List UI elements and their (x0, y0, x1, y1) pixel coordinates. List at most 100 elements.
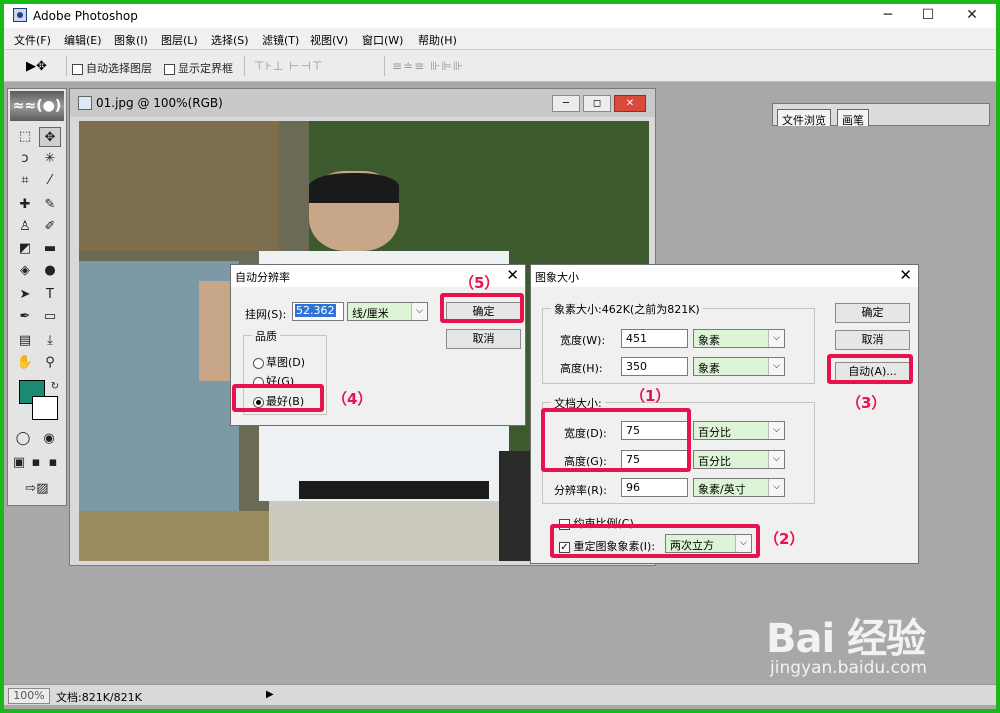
quick-mask-mode-icon[interactable]: ◉ (38, 429, 60, 449)
minimize-button[interactable]: ─ (868, 4, 908, 28)
dodge-tool-icon[interactable]: ● (39, 261, 61, 281)
annotation-2: （2） (764, 530, 805, 548)
menu-edit[interactable]: 编辑(E) (64, 32, 102, 48)
text-tool-icon[interactable]: T (39, 285, 61, 305)
marquee-tool-icon[interactable]: ⬚ (14, 127, 36, 147)
screen-frequency-input[interactable]: 52.362 (292, 302, 344, 321)
highlight-doc-size (541, 408, 691, 472)
resolution-unit-select[interactable]: 象素/英寸 ⌵ (693, 478, 785, 497)
highlight-resample (550, 524, 760, 558)
jump-to-imageready-icon[interactable]: ⇨▨ (14, 479, 60, 499)
doc-maximize-button[interactable]: ◻ (583, 95, 611, 112)
photo-rock-top (79, 121, 279, 251)
doc-width-unit-select[interactable]: 百分比 ⌵ (693, 421, 785, 440)
auto-resolution-cancel-button[interactable]: 取消 (446, 329, 521, 349)
menu-view[interactable]: 视图(V) (310, 32, 348, 48)
align-buttons-icon[interactable]: ⊤⊦⊥ ⊢⊣⊤ (254, 59, 323, 73)
auto-select-layer-checkbox[interactable]: 自动选择图层 (72, 60, 152, 76)
pixel-height-unit-select[interactable]: 象素 ⌵ (693, 357, 785, 376)
checkbox-box (164, 63, 175, 75)
blur-tool-icon[interactable]: ◈ (14, 261, 36, 281)
gradient-tool-icon[interactable]: ▬ (39, 239, 61, 259)
menu-file[interactable]: 文件(F) (14, 32, 51, 48)
tab-file-browser[interactable]: 文件浏览 (777, 109, 831, 127)
pixel-height-input[interactable]: 350 (621, 357, 688, 376)
eraser-tool-icon[interactable]: ◩ (14, 239, 36, 259)
auto-resolution-title: 自动分辨率 (235, 271, 290, 284)
quality-draft-radio[interactable]: 草图(D) (253, 354, 305, 370)
baidu-watermark: Bai 经验 jingyan.baidu.com (766, 606, 976, 686)
height-label: 高度(H): (560, 362, 603, 375)
auto-select-layer-label: 自动选择图层 (86, 62, 152, 75)
lasso-tool-icon[interactable]: ↄ (14, 149, 36, 169)
stamp-tool-icon[interactable]: ♙ (14, 217, 36, 237)
history-brush-tool-icon[interactable]: ✐ (39, 217, 61, 237)
menu-layer[interactable]: 图层(L) (161, 32, 198, 48)
background-color-swatch[interactable] (32, 396, 58, 420)
move-tool-icon[interactable]: ✥ (39, 127, 61, 147)
width-label: 宽度(W): (560, 334, 606, 347)
chevron-down-icon: ⌵ (768, 479, 784, 496)
document-icon (78, 96, 92, 110)
document-titlebar: 01.jpg @ 100%(RGB) ─ ◻ ✕ (70, 89, 655, 117)
screen-unit-select[interactable]: 线/厘米 ⌵ (347, 302, 428, 321)
menu-select[interactable]: 选择(S) (211, 32, 249, 48)
image-size-cancel-button[interactable]: 取消 (835, 330, 910, 350)
doc-height-unit-select[interactable]: 百分比 ⌵ (693, 450, 785, 469)
toolbox-logo-icon[interactable]: ≈≈(●) (10, 91, 64, 121)
app-titlebar: Adobe Photoshop ─ ☐ ✕ (4, 4, 996, 28)
chevron-down-icon: ⌵ (768, 358, 784, 375)
path-select-tool-icon[interactable]: ➤ (14, 285, 36, 305)
menu-filter[interactable]: 滤镜(T) (262, 32, 299, 48)
pen-tool-icon[interactable]: ✒ (14, 307, 36, 327)
zoom-field[interactable]: 100% (8, 688, 50, 704)
annotation-4: （4） (332, 390, 373, 408)
close-button[interactable]: ✕ (952, 4, 992, 28)
pixel-height-unit-value: 象素 (698, 362, 720, 375)
image-size-close-button[interactable]: ✕ (899, 266, 912, 284)
healing-brush-tool-icon[interactable]: ✚ (14, 195, 36, 215)
app-title: Adobe Photoshop (33, 9, 138, 23)
zoom-tool-icon[interactable]: ⚲ (39, 353, 61, 373)
magic-wand-tool-icon[interactable]: ✳ (39, 149, 61, 169)
auto-resolution-close-button[interactable]: ✕ (506, 266, 519, 284)
crop-tool-icon[interactable]: ⌗ (14, 171, 36, 191)
screen-mode-full-menu-icon[interactable]: ▪ (27, 453, 45, 473)
menu-help[interactable]: 帮助(H) (418, 32, 457, 48)
standard-mode-icon[interactable]: ◯ (12, 429, 34, 449)
show-bounds-checkbox[interactable]: 显示定界框 (164, 60, 233, 76)
shape-tool-icon[interactable]: ▭ (39, 307, 61, 327)
highlight-best-quality (232, 384, 324, 412)
radio-circle (253, 357, 264, 369)
image-size-ok-button[interactable]: 确定 (835, 303, 910, 323)
show-bounds-label: 显示定界框 (178, 62, 233, 75)
photo-hair (309, 173, 399, 203)
pixel-dimensions-label: 象素大小:462K(之前为821K) (551, 301, 703, 317)
palette-well: 文件浏览 画笔 (772, 103, 990, 127)
chevron-down-icon: ⌵ (768, 451, 784, 468)
notes-tool-icon[interactable]: ▤ (14, 331, 36, 351)
menu-window[interactable]: 窗口(W) (362, 32, 403, 48)
status-menu-arrow-icon[interactable]: ▶ (266, 689, 274, 700)
screen-mode-full-icon[interactable]: ▪ (44, 453, 62, 473)
maximize-button[interactable]: ☐ (908, 4, 948, 28)
document-size-status: 文档:821K/821K (56, 691, 142, 704)
pixel-width-unit-select[interactable]: 象素 ⌵ (693, 329, 785, 348)
pixel-width-input[interactable]: 451 (621, 329, 688, 348)
menu-image[interactable]: 图象(I) (114, 32, 148, 48)
brush-tool-icon[interactable]: ✎ (39, 195, 61, 215)
chevron-down-icon: ⌵ (768, 422, 784, 439)
eyedropper-tool-icon[interactable]: ⤓ (39, 331, 61, 351)
screen-mode-standard-icon[interactable]: ▣ (10, 453, 28, 473)
tab-brushes[interactable]: 画笔 (837, 109, 869, 127)
watermark-url: jingyan.baidu.com (770, 658, 927, 678)
swap-colors-icon[interactable]: ↻ (44, 377, 66, 397)
hand-tool-icon[interactable]: ✋ (14, 353, 36, 373)
resolution-input[interactable]: 96 (621, 478, 688, 497)
doc-minimize-button[interactable]: ─ (552, 95, 580, 112)
chevron-down-icon: ⌵ (768, 330, 784, 347)
distribute-buttons-icon[interactable]: ≡≐≡ ⊪⊫⊪ (392, 59, 464, 73)
move-tool-preset-icon[interactable]: ▶✥ (26, 59, 47, 74)
doc-close-button[interactable]: ✕ (614, 95, 646, 112)
slice-tool-icon[interactable]: ⁄ (39, 171, 61, 191)
